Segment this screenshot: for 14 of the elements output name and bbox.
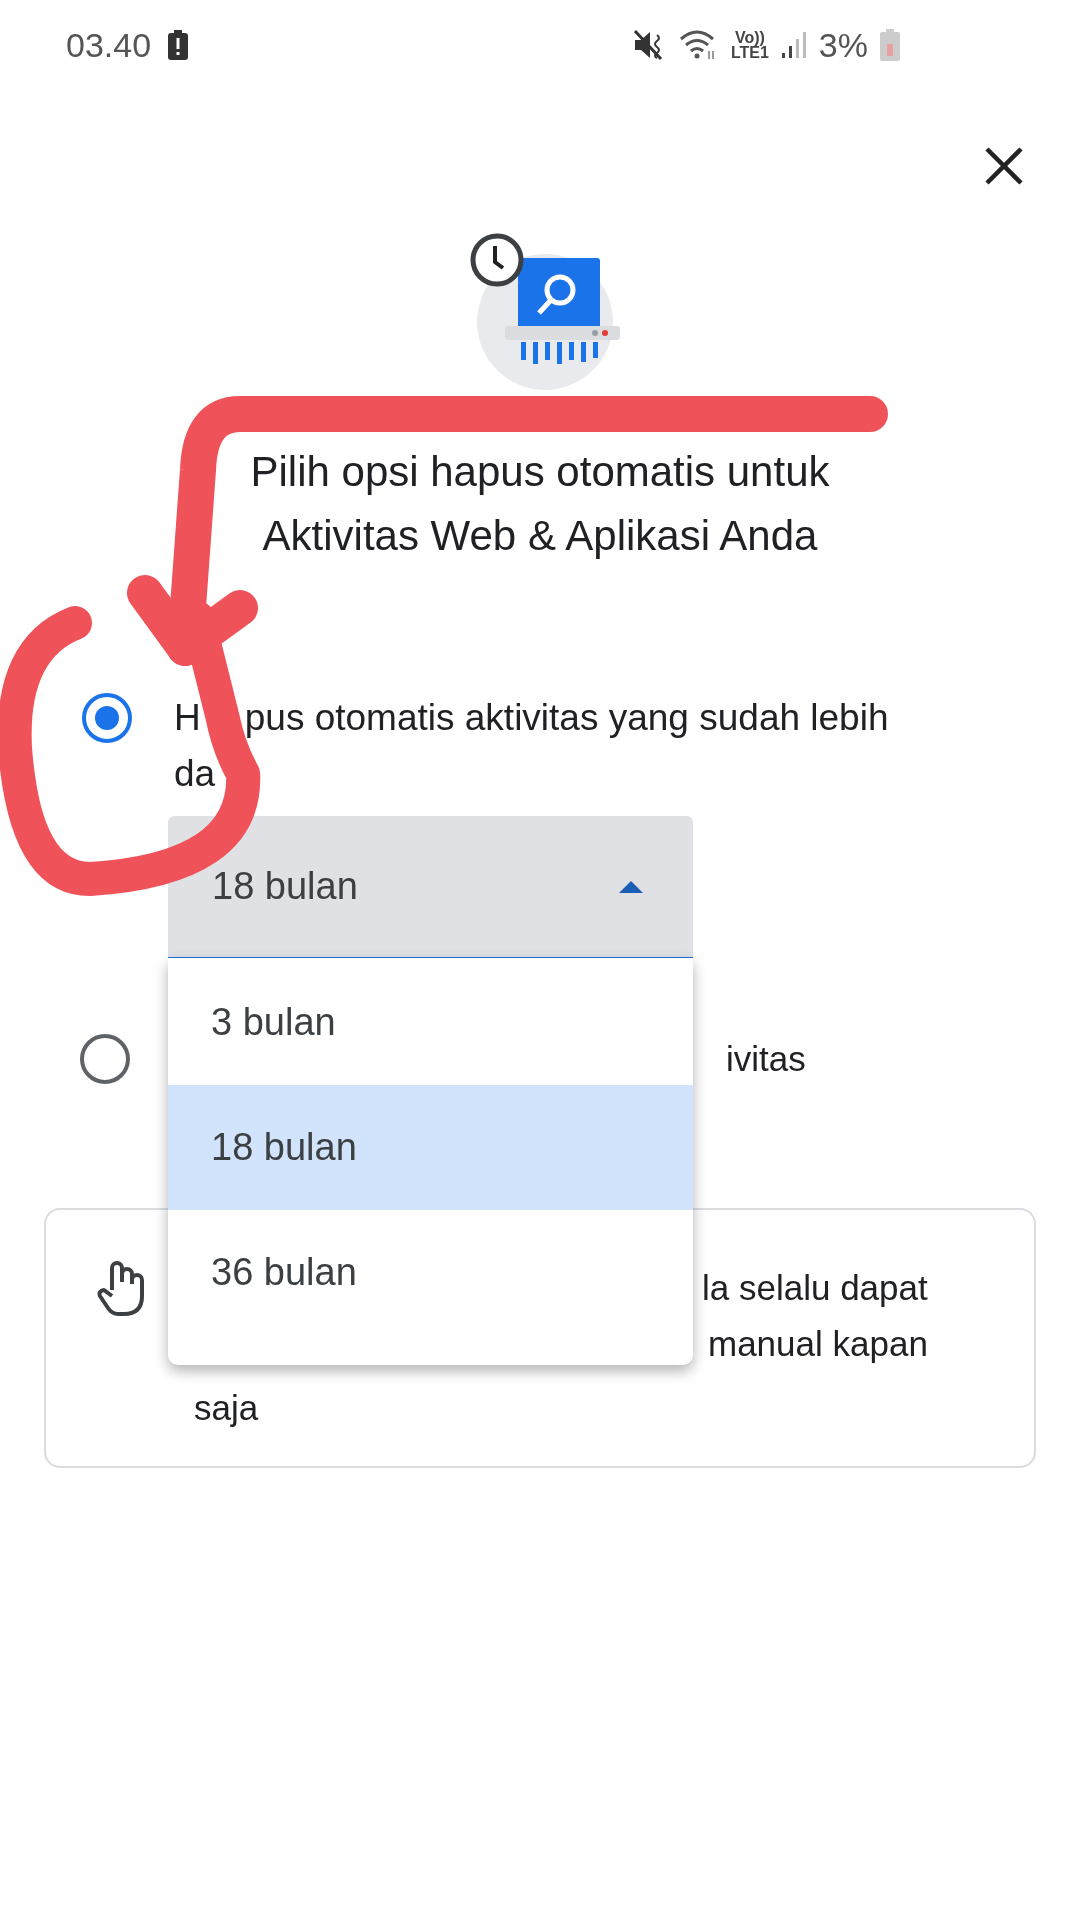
menu-item[interactable]: 3 bulan — [168, 960, 693, 1085]
option-label: pus otomatis aktivitas yang sudah lebih — [244, 696, 889, 740]
info-text: la selalu dapat — [702, 1267, 928, 1309]
menu-item[interactable]: 18 bulan — [168, 1085, 693, 1210]
dialog-title: Pilih opsi hapus otomatis untuk Aktivitas Web & Aplikasi Anda — [249, 447, 831, 561]
clock: 03.40 — [66, 24, 152, 66]
battery-percent: 3% — [818, 24, 868, 66]
option-label: da — [174, 752, 216, 796]
info-text: manual kapan — [708, 1323, 928, 1365]
info-text: saja — [194, 1387, 259, 1429]
option-label: ivitas — [726, 1037, 806, 1080]
menu-item[interactable]: 36 bulan — [168, 1210, 693, 1335]
option-label: H — [174, 696, 201, 740]
dropdown-field[interactable]: 18 bulan — [168, 816, 693, 961]
